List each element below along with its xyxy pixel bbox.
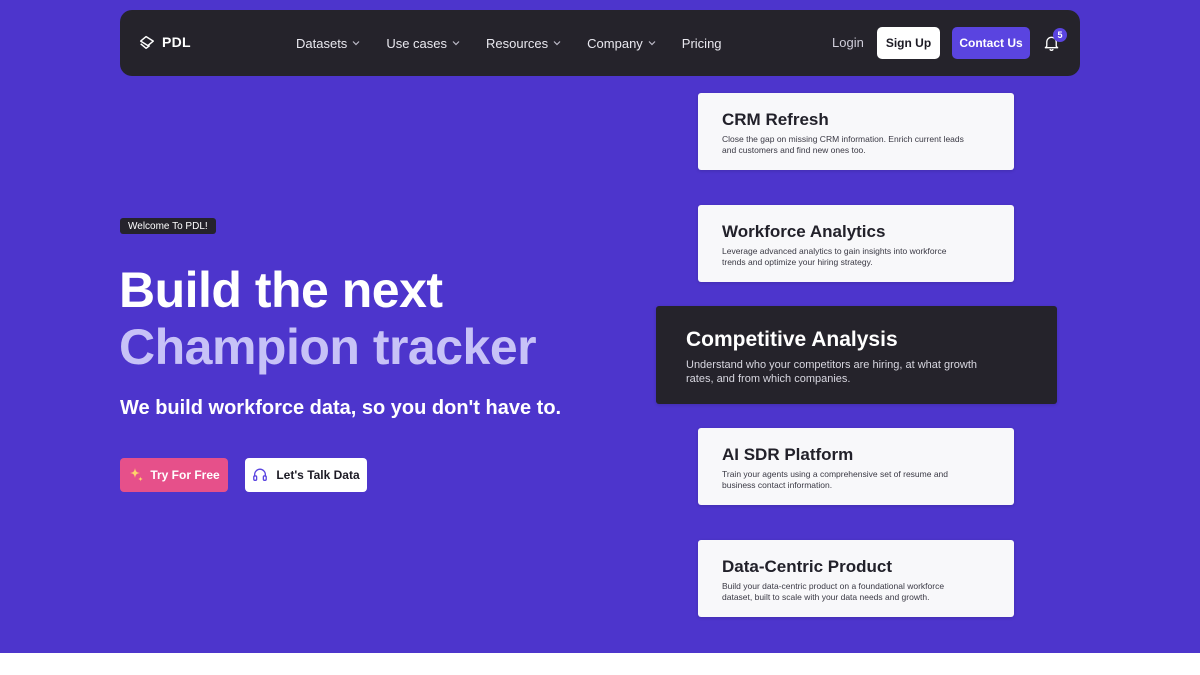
contact-us-button[interactable]: Contact Us [952, 27, 1030, 59]
use-case-description: Close the gap on missing CRM information… [722, 134, 964, 155]
hero-subheadline: We build workforce data, so you don't ha… [120, 397, 562, 419]
logo[interactable]: PDL [138, 33, 191, 51]
chevron-down-icon [452, 41, 460, 46]
lets-talk-data-label: Let's Talk Data [276, 468, 360, 482]
use-case-card-crm-refresh[interactable]: CRM Refresh Close the gap on missing CRM… [698, 93, 1014, 170]
headset-icon [253, 468, 268, 481]
lets-talk-data-button[interactable]: Let's Talk Data [245, 458, 367, 492]
use-case-description: Train your agents using a comprehensive … [722, 469, 949, 490]
sparkle-icon [130, 468, 144, 482]
use-case-card-ai-sdr-platform[interactable]: AI SDR Platform Train your agents using … [698, 428, 1014, 505]
nav-datasets-label: Datasets [296, 35, 348, 51]
use-case-title: Workforce Analytics [722, 222, 886, 241]
sign-up-button[interactable]: Sign Up [877, 27, 940, 59]
nav-resources[interactable]: Resources [486, 36, 561, 51]
try-for-free-button[interactable]: Try For Free [120, 458, 228, 492]
welcome-badge: Welcome To PDL! [120, 218, 216, 234]
headline-line-1: Build the next [119, 262, 443, 318]
headline-line-2: Champion tracker [119, 319, 537, 375]
chevron-down-icon [352, 41, 360, 46]
use-case-description: Build your data-centric product on a fou… [722, 581, 945, 602]
nav-company[interactable]: Company [587, 36, 656, 51]
login-link[interactable]: Login [832, 35, 864, 50]
logo-text: PDL [162, 34, 191, 50]
use-case-description: Leverage advanced analytics to gain insi… [722, 246, 947, 267]
nav-datasets[interactable]: Datasets [296, 36, 360, 51]
nav-resources-label: Resources [486, 35, 549, 51]
use-case-card-data-centric-product[interactable]: Data-Centric Product Build your data-cen… [698, 540, 1014, 617]
chevron-down-icon [553, 41, 561, 46]
try-for-free-label: Try For Free [150, 468, 220, 482]
chevron-down-icon [648, 41, 656, 46]
hero-section: PDL Datasets Use cases Resources Company… [0, 0, 1200, 653]
use-case-card-workforce-analytics[interactable]: Workforce Analytics Leverage advanced an… [698, 205, 1014, 282]
use-case-title: Competitive Analysis [686, 328, 898, 351]
nav-pricing-label: Pricing [681, 35, 722, 51]
nav-use-cases-label: Use cases [386, 35, 448, 51]
use-case-description: Understand who your competitors are hiri… [686, 359, 978, 385]
nav-pricing[interactable]: Pricing [682, 36, 722, 51]
pdl-logo-icon [139, 35, 155, 50]
hero-headline: Build the next Champion tracker [119, 262, 537, 376]
top-navbar: PDL Datasets Use cases Resources Company… [120, 10, 1080, 76]
notification-badge: 5 [1053, 28, 1067, 42]
use-case-title: Data-Centric Product [722, 557, 893, 576]
nav-company-label: Company [587, 35, 643, 51]
use-case-card-competitive-analysis[interactable]: Competitive Analysis Understand who your… [656, 306, 1057, 404]
nav-links: Datasets Use cases Resources Company Pri… [296, 10, 748, 76]
use-case-title: AI SDR Platform [722, 445, 854, 464]
nav-use-cases[interactable]: Use cases [386, 36, 460, 51]
page-below-fold [0, 653, 1200, 675]
use-case-title: CRM Refresh [722, 110, 829, 129]
